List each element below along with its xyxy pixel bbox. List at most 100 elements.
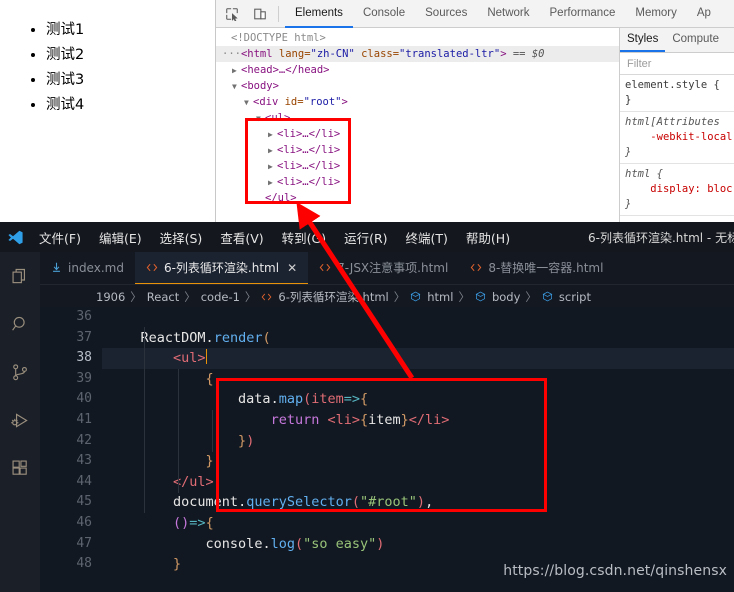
editor-tab-label: 8-替换唯一容器.html xyxy=(488,261,604,275)
watermark-url: https://blog.csdn.net/qinshensx xyxy=(503,563,727,579)
tab-network[interactable]: Network xyxy=(477,0,539,28)
markdown-icon xyxy=(51,262,62,273)
dom-line-body[interactable]: ▼ <body> xyxy=(216,78,619,94)
devtools-panel: Elements Console Sources Network Perform… xyxy=(216,0,734,222)
css-rule-html[interactable]: html { display: bloc } xyxy=(620,164,734,216)
chevron-right-icon: 〉 xyxy=(184,289,196,304)
breadcrumb-item-1906[interactable]: 1906 xyxy=(96,290,125,304)
dom-line-html[interactable]: ···<html lang="zh-CN" class="translated-… xyxy=(216,46,619,62)
tab-application[interactable]: Ap xyxy=(687,0,721,28)
line-number: 36 xyxy=(76,309,92,324)
editor-gutter: 36 37 38 39 40 41 42 43 44 45 46 47 48 xyxy=(40,307,102,592)
editor-tabbar: index.md 6-列表循环渲染.html ✕ 7-JSX注意事项.html xyxy=(40,252,734,285)
tab-sources[interactable]: Sources xyxy=(415,0,477,28)
line-number: 40 xyxy=(76,391,92,407)
code-line-46: ()=>{ xyxy=(173,514,214,531)
run-and-debug-icon[interactable] xyxy=(0,396,40,444)
menu-terminal[interactable]: 终端(T) xyxy=(397,228,457,247)
code-line-45: document.querySelector("#root"), xyxy=(173,494,434,511)
breadcrumb-symbol-html[interactable]: html xyxy=(427,290,453,304)
code-line-42: }) xyxy=(238,432,255,449)
devtools-toolbar: Elements Console Sources Network Perform… xyxy=(216,0,734,28)
css-rule-html-attributes[interactable]: html[Attributes -webkit-local } xyxy=(620,112,734,164)
device-toolbar-icon[interactable] xyxy=(248,2,272,26)
menu-selection[interactable]: 选择(S) xyxy=(151,228,212,247)
tab-console[interactable]: Console xyxy=(353,0,415,28)
browser-page-content: 测试1 测试2 测试3 测试4 xyxy=(0,0,216,222)
tab-performance[interactable]: Performance xyxy=(540,0,626,28)
tab-elements[interactable]: Elements xyxy=(285,0,353,28)
tab-computed[interactable]: Compute xyxy=(665,28,726,52)
breadcrumb-item-code1[interactable]: code-1 xyxy=(201,290,240,304)
dom-line-ul-close[interactable]: </ul> xyxy=(216,190,619,206)
menu-edit[interactable]: 编辑(E) xyxy=(90,228,151,247)
breadcrumb-symbol-body[interactable]: body xyxy=(492,290,520,304)
explorer-icon[interactable] xyxy=(0,252,40,300)
editor-tab-jsx-notes[interactable]: 7-JSX注意事项.html xyxy=(308,252,459,284)
dom-line-doctype: <!DOCTYPE html> xyxy=(231,32,326,44)
chevron-right-icon: 〉 xyxy=(458,289,470,304)
breadcrumb-item-react[interactable]: React xyxy=(147,290,179,304)
devtools-tabs: Elements Console Sources Network Perform… xyxy=(285,0,734,28)
code-line-47: console.log("so easy") xyxy=(205,535,385,552)
vscode-menubar: 文件(F) 编辑(E) 选择(S) 查看(V) 转到(G) 运行(R) 终端(T… xyxy=(30,228,519,247)
line-number: 37 xyxy=(76,329,92,345)
dom-line-li[interactable]: ▶ <li>…</li> xyxy=(216,174,619,190)
dom-line-div-root[interactable]: ▼ <div id="root"> xyxy=(216,94,619,110)
styles-pane: Styles Compute Filter element.style { } … xyxy=(620,28,734,222)
breadcrumb-symbol-script[interactable]: script xyxy=(559,290,591,304)
menu-run[interactable]: 运行(R) xyxy=(335,228,396,247)
editor-tab-label: 6-列表循环渲染.html xyxy=(163,261,280,275)
dom-line-li[interactable]: ▶ <li>…</li> xyxy=(216,142,619,158)
breadcrumb-item-file[interactable]: 6-列表循环渲染.html xyxy=(278,289,388,305)
line-number: 39 xyxy=(76,370,92,386)
html-icon xyxy=(146,262,158,273)
dom-line-head[interactable]: ▶ <head>…</head> xyxy=(216,62,619,78)
line-number: 47 xyxy=(76,535,92,551)
code-line-44: </ul>, xyxy=(173,473,222,490)
styles-pane-tabs: Styles Compute xyxy=(620,28,734,53)
dom-line-li[interactable]: ▶ <li>…</li> xyxy=(216,158,619,174)
menu-view[interactable]: 查看(V) xyxy=(211,228,272,247)
source-control-icon[interactable] xyxy=(0,348,40,396)
code-editor[interactable]: 36 37 38 39 40 41 42 43 44 45 46 47 48 R… xyxy=(40,307,734,592)
extensions-icon[interactable] xyxy=(0,444,40,492)
list-item: 测试2 xyxy=(46,43,215,68)
vscode-titlebar: 文件(F) 编辑(E) 选择(S) 查看(V) 转到(G) 运行(R) 终端(T… xyxy=(0,222,734,252)
dom-tree-view[interactable]: <!DOCTYPE html> ···<html lang="zh-CN" cl… xyxy=(216,28,620,222)
devtools-body: <!DOCTYPE html> ···<html lang="zh-CN" cl… xyxy=(216,28,734,222)
vscode-logo-icon xyxy=(0,229,30,246)
symbol-icon xyxy=(410,291,421,302)
line-number: 44 xyxy=(76,473,92,489)
dom-line-li[interactable]: ▶ <li>…</li> xyxy=(216,126,619,142)
window-title: 6-列表循环渲染.html - 无标 xyxy=(588,231,734,245)
tab-styles[interactable]: Styles xyxy=(620,28,666,52)
list-item: 测试3 xyxy=(46,68,215,93)
line-number: 43 xyxy=(76,453,92,469)
css-rule-element-style[interactable]: element.style { } xyxy=(620,75,734,112)
styles-filter-input[interactable]: Filter xyxy=(620,53,734,75)
vscode-main-area: index.md 6-列表循环渲染.html ✕ 7-JSX注意事项.html xyxy=(40,252,734,592)
list-item: 测试1 xyxy=(46,18,215,43)
rendered-list: 测试1 测试2 测试3 测试4 xyxy=(0,0,215,118)
dom-line-ul-open[interactable]: ▼ <ul> xyxy=(216,110,619,126)
editor-tab-index-md[interactable]: index.md xyxy=(40,252,135,284)
inspect-element-icon[interactable] xyxy=(220,2,244,26)
editor-tab-list-render[interactable]: 6-列表循环渲染.html ✕ xyxy=(134,252,309,284)
vscode-window: 文件(F) 编辑(E) 选择(S) 查看(V) 转到(G) 运行(R) 终端(T… xyxy=(0,222,734,592)
menu-file[interactable]: 文件(F) xyxy=(30,228,90,247)
close-icon[interactable]: ✕ xyxy=(287,261,297,275)
menu-help[interactable]: 帮助(H) xyxy=(457,228,519,247)
tab-memory[interactable]: Memory xyxy=(625,0,687,28)
editor-tab-label: 7-JSX注意事项.html xyxy=(337,261,449,275)
search-icon[interactable] xyxy=(0,300,40,348)
code-content[interactable]: ReactDOM.render( <ul> { data.map(item=>{… xyxy=(102,307,734,592)
code-line-38: <ul> xyxy=(102,348,734,369)
code-line-43: } xyxy=(205,453,214,470)
vscode-activity-bar xyxy=(0,252,40,592)
menu-go[interactable]: 转到(G) xyxy=(273,228,335,247)
code-line-41: return <li>{item}</li> xyxy=(270,411,450,428)
chevron-right-icon: 〉 xyxy=(130,289,142,304)
editor-tab-replace-container[interactable]: 8-替换唯一容器.html xyxy=(459,252,614,284)
line-number: 38 xyxy=(76,350,92,366)
